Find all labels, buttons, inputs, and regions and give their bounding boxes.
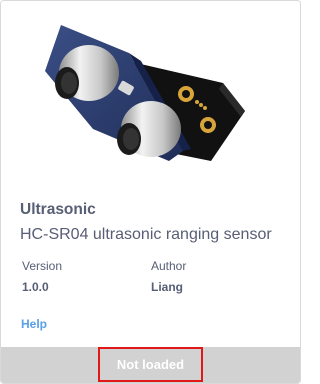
extension-description: HC-SR04 ultrasonic ranging sensor	[20, 226, 272, 243]
author-value: Liang	[151, 280, 183, 294]
author-label: Author	[151, 259, 187, 273]
version-value: 1.0.0	[22, 280, 49, 294]
status-bar[interactable]: Not loaded	[1, 347, 300, 383]
version-label: Version	[22, 259, 63, 273]
ultrasonic-sensor-icon	[45, 25, 245, 161]
help-link[interactable]: Help	[21, 317, 47, 331]
extension-card[interactable]: Ultrasonic HC-SR04 ultrasonic ranging se…	[0, 0, 301, 384]
load-status-button[interactable]: Not loaded	[98, 347, 203, 382]
extension-name: Ultrasonic	[20, 201, 96, 218]
extension-image	[1, 1, 300, 188]
